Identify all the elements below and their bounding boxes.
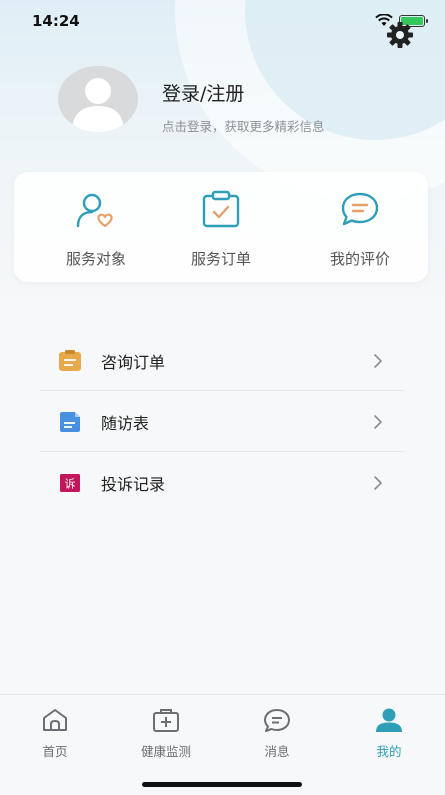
status-bar: 14:24: [0, 0, 445, 40]
home-indicator: [142, 782, 302, 787]
tab-label: 首页: [42, 744, 68, 759]
status-time: 14:24: [32, 12, 80, 30]
bottom-tab-bar: 首页 健康监测 消息 我的: [0, 694, 445, 795]
document-icon: [60, 412, 80, 432]
service-label: 服务对象: [65, 250, 126, 268]
menu-item-follow-up-forms[interactable]: 随访表: [40, 391, 404, 452]
login-subtitle: 点击登录，获取更多精彩信息: [162, 119, 325, 134]
menu-label: 随访表: [101, 414, 150, 433]
tab-mine[interactable]: 我的: [339, 707, 439, 759]
gear-icon[interactable]: [385, 20, 415, 50]
chevron-right-icon: [374, 415, 382, 429]
default-avatar-icon: [72, 78, 124, 132]
my-reviews-button[interactable]: 我的评价: [300, 190, 420, 272]
tab-label: 我的: [376, 744, 402, 759]
user-icon: [376, 708, 402, 732]
service-card: 服务对象 服务订单 我的评价: [14, 172, 428, 282]
service-label: 服务订单: [190, 250, 251, 268]
service-label: 我的评价: [329, 250, 390, 268]
tab-health-monitoring[interactable]: 健康监测: [116, 707, 216, 759]
service-recipients-button[interactable]: 服务对象: [36, 190, 156, 272]
person-heart-icon: [76, 193, 113, 228]
menu-item-consult-orders[interactable]: 咨询订单: [40, 330, 404, 391]
chat-bubble-icon: [341, 192, 379, 226]
clipboard-check-icon: [202, 190, 240, 228]
consult-order-icon: [59, 350, 81, 371]
menu-label: 咨询订单: [101, 353, 166, 372]
tab-label: 健康监测: [140, 744, 191, 759]
chevron-right-icon: [374, 354, 382, 368]
svg-text:诉: 诉: [65, 478, 76, 491]
complaint-icon: 诉: [60, 474, 80, 492]
login-register-link[interactable]: 登录/注册: [162, 79, 244, 106]
chevron-right-icon: [374, 476, 382, 490]
avatar[interactable]: [58, 66, 138, 132]
menu-list: 咨询订单 随访表 诉 投诉记录: [40, 330, 404, 513]
service-orders-button[interactable]: 服务订单: [161, 190, 281, 272]
home-icon: [43, 709, 67, 731]
message-icon: [264, 709, 290, 732]
tab-label: 消息: [264, 744, 290, 759]
menu-label: 投诉记录: [101, 475, 166, 494]
medical-kit-icon: [153, 709, 179, 732]
tab-messages[interactable]: 消息: [227, 707, 327, 759]
tab-home[interactable]: 首页: [5, 707, 105, 759]
menu-item-complaint-records[interactable]: 诉 投诉记录: [40, 452, 404, 513]
